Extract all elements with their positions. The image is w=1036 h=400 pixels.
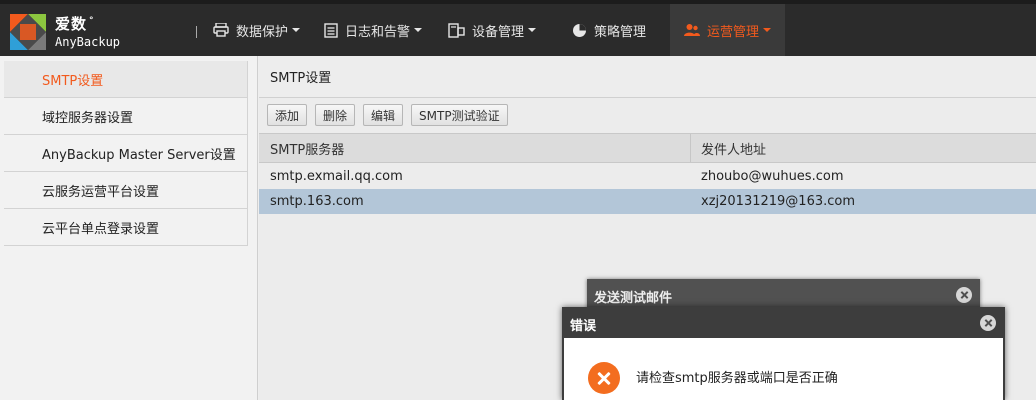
smtp-test-button[interactable]: SMTP测试验证: [411, 104, 508, 126]
pie-chart-icon: [573, 23, 586, 37]
nav-label: 设备管理: [472, 24, 525, 40]
nav-device-management[interactable]: 设备管理: [448, 4, 537, 56]
sidebar-item-cloud-operations[interactable]: 云服务运营平台设置: [4, 172, 248, 209]
brand-chinese-name: 爱数: [55, 13, 93, 34]
nav-operations-management[interactable]: 运营管理: [670, 4, 786, 56]
table-row[interactable]: smtp.exmail.qq.com zhoubo@wuhues.com: [259, 164, 1036, 189]
chevron-down-icon: [414, 28, 423, 32]
chevron-down-icon: [292, 28, 301, 32]
toolbar: 添加 删除 编辑 SMTP测试验证: [259, 98, 1036, 132]
panel-title: SMTP设置: [259, 56, 1036, 98]
dialog-title: 错误: [570, 319, 597, 334]
sidebar-item-cloud-sso[interactable]: 云平台单点登录设置: [4, 209, 248, 246]
top-nav-bar: 爱数 AnyBackup 数据保护 日志和告警 设备管理: [0, 0, 1036, 56]
column-header-sender-address[interactable]: 发件人地址: [691, 134, 1036, 162]
nav-label: 数据保护: [236, 24, 289, 40]
error-message: 请检查smtp服务器或端口是否正确: [636, 371, 838, 386]
cell-smtp-server: smtp.163.com: [270, 194, 364, 209]
users-icon: [684, 24, 700, 36]
nav-data-protection[interactable]: 数据保护: [213, 4, 301, 56]
cell-smtp-server: smtp.exmail.qq.com: [270, 169, 403, 184]
error-dialog: 错误 请检查smtp服务器或端口是否正确: [562, 307, 1005, 400]
error-icon: [588, 362, 620, 394]
chevron-down-icon: [763, 28, 772, 32]
nav-label: 策略管理: [594, 24, 647, 40]
devices-icon: [448, 22, 465, 38]
close-icon[interactable]: [980, 315, 996, 331]
chevron-down-icon: [528, 28, 537, 32]
printer-icon: [213, 23, 229, 37]
table-header: SMTP服务器 发件人地址: [259, 133, 1036, 163]
cell-sender-address: zhoubo@wuhues.com: [701, 169, 844, 184]
dialog-body: 请检查smtp服务器或端口是否正确: [564, 338, 1003, 400]
add-button[interactable]: 添加: [267, 104, 308, 126]
nav-logs-alerts[interactable]: 日志和告警: [324, 4, 423, 56]
cell-sender-address: xzj20131219@163.com: [701, 194, 856, 209]
nav-label: 运营管理: [707, 24, 760, 40]
dialog-title: 发送测试邮件: [594, 291, 673, 306]
anybackup-logo: [10, 14, 46, 50]
sidebar-item-master-server[interactable]: AnyBackup Master Server设置: [4, 135, 248, 172]
table-row-selected[interactable]: smtp.163.com xzj20131219@163.com: [259, 189, 1036, 214]
sidebar-item-domain-controller[interactable]: 域控服务器设置: [4, 98, 248, 135]
nav-label: 日志和告警: [345, 24, 411, 40]
delete-button[interactable]: 删除: [315, 104, 356, 126]
column-header-smtp-server[interactable]: SMTP服务器: [259, 134, 691, 162]
close-icon[interactable]: [956, 287, 972, 303]
sidebar-item-smtp[interactable]: SMTP设置: [4, 61, 248, 98]
nav-separator: [196, 26, 197, 38]
edit-button[interactable]: 编辑: [363, 104, 404, 126]
document-icon: [324, 22, 338, 38]
brand-english-name: AnyBackup: [55, 35, 121, 49]
settings-sidebar: SMTP设置 域控服务器设置 AnyBackup Master Server设置…: [0, 56, 258, 400]
nav-policy-management[interactable]: 策略管理: [572, 4, 646, 56]
